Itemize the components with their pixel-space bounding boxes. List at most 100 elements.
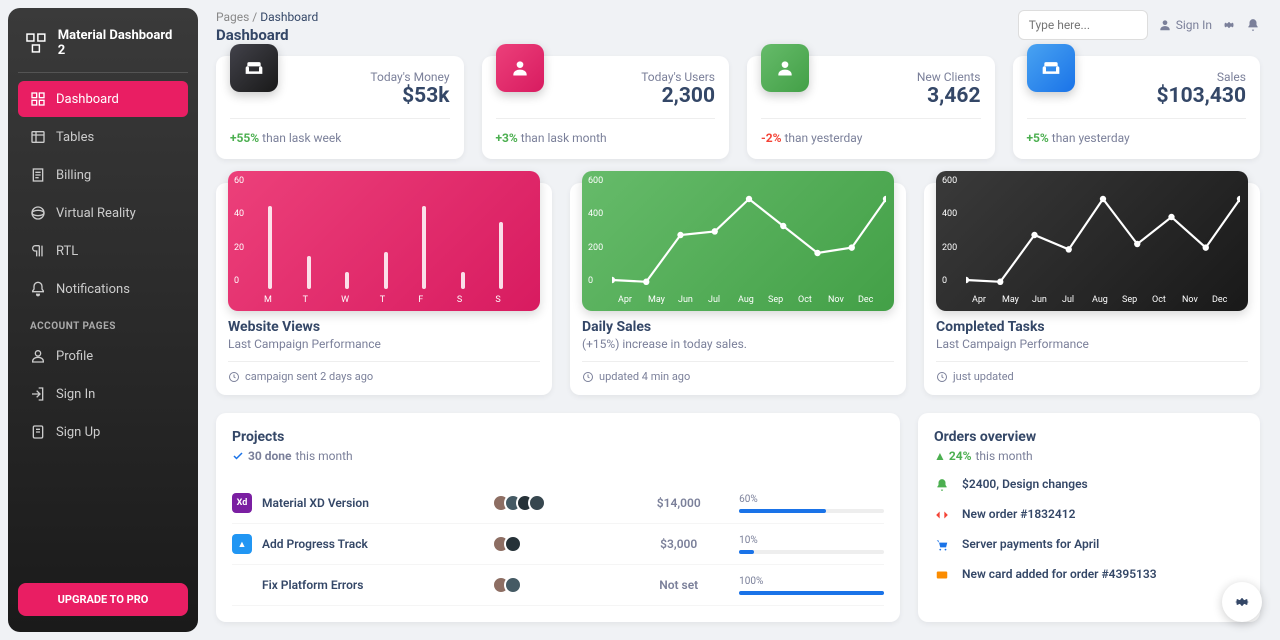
order-item: $2400, Design changes [934,477,1244,493]
nav-section-label: ACCOUNT PAGES [18,309,188,338]
person-icon [761,44,809,92]
nav: DashboardTablesBillingVirtual RealityRTL… [18,81,188,583]
chart-canvas: 0200400600AprMayJunJulAugSepOctNovDec [936,171,1248,311]
project-members [498,576,619,594]
chart-card: 0200400600AprMayJunJulAugSepOctNovDec Da… [570,183,906,395]
chart-canvas: 0200400600AprMayJunJulAugSepOctNovDec [582,171,894,311]
nav-item-rtl[interactable]: RTL [18,233,188,269]
table-icon [30,129,46,145]
code-icon [934,507,950,523]
project-name: ⁂Fix Platform Errors [232,575,498,595]
rtl-icon [30,243,46,259]
chart-meta: campaign sent 2 days ago [228,361,540,383]
receipt-icon [30,167,46,183]
settings-fab[interactable] [1222,582,1262,622]
chart-meta: updated 4 min ago [582,361,894,383]
breadcrumb: Pages / Dashboard [216,10,318,24]
breadcrumb-here: Dashboard [260,10,318,24]
stat-value: 3,462 [821,84,981,108]
brand-label: Material Dashboard 2 [58,28,182,58]
chart-cards: 0204060MTWTFSS Website Views Last Campai… [216,183,1260,395]
chart-subtitle: Last Campaign Performance [936,337,1248,351]
vr-icon [30,205,46,221]
stat-delta: -2% than yesterday [761,119,981,145]
nav-item-sign in[interactable]: Sign In [18,376,188,412]
avatar [504,535,522,553]
orders-title: Orders overview [934,429,1244,445]
check-icon [232,450,244,462]
bell-icon[interactable] [1246,18,1260,32]
weekend-icon [1027,44,1075,92]
project-completion: 10% [739,535,884,554]
bell-icon [30,281,46,297]
nav-item-virtual reality[interactable]: Virtual Reality [18,195,188,231]
dashboard-icon [30,91,46,107]
chart-card: 0204060MTWTFSS Website Views Last Campai… [216,183,552,395]
signup-icon [30,424,46,440]
stat-label: New Clients [821,70,981,84]
stat-value: $103,430 [1087,84,1247,108]
avatar [504,576,522,594]
search-input[interactable] [1018,10,1148,40]
project-members [498,494,619,512]
clock-icon [228,371,240,383]
project-row: ▲Add Progress Track $3,000 10% [232,524,884,565]
brand: Material Dashboard 2 [18,24,188,73]
project-name: XdMaterial XD Version [232,493,498,513]
stat-cards: Today's Money$53k +55% than lask week To… [216,56,1260,159]
clock-icon [936,371,948,383]
cart-icon [934,537,950,553]
stat-delta: +3% than lask month [496,119,716,145]
chart-subtitle: Last Campaign Performance [228,337,540,351]
brand-icon [24,31,48,55]
nav-item-sign up[interactable]: Sign Up [18,414,188,450]
project-budget: $14,000 [618,496,739,510]
stat-label: Today's Money [290,70,450,84]
order-item: New card added for order #4395133 [934,567,1244,583]
chart-title: Completed Tasks [936,319,1248,335]
page-title: Dashboard [216,26,318,44]
project-icon: Xd [232,493,252,513]
order-item: New order #1832412 [934,507,1244,523]
projects-title: Projects [232,429,884,445]
stat-card: New Clients3,462 -2% than yesterday [747,56,995,159]
stat-delta: +5% than yesterday [1027,119,1247,145]
chart-title: Daily Sales [582,319,894,335]
project-row: XdMaterial XD Version $14,000 60% [232,483,884,524]
chart-subtitle: (+15%) increase in today sales. [582,337,894,351]
nav-item-notifications[interactable]: Notifications [18,271,188,307]
chart-canvas: 0204060MTWTFSS [228,171,540,311]
user-icon [30,348,46,364]
topbar: Pages / Dashboard Dashboard Sign In [216,10,1260,44]
signin-link[interactable]: Sign In [1158,18,1212,32]
chart-card: 0200400600AprMayJunJulAugSepOctNovDec Co… [924,183,1260,395]
orders-panel: Orders overview ▲ 24% this month $2400, … [918,413,1260,622]
chart-meta: just updated [936,361,1248,383]
project-icon: ▲ [232,534,252,554]
nav-item-tables[interactable]: Tables [18,119,188,155]
order-text: $2400, Design changes [962,477,1088,493]
chart-title: Website Views [228,319,540,335]
clock-icon [582,371,594,383]
stat-card: Today's Money$53k +55% than lask week [216,56,464,159]
gear-icon [1233,593,1251,611]
nav-item-profile[interactable]: Profile [18,338,188,374]
bell-icon [934,477,950,493]
stat-value: $53k [290,84,450,108]
project-completion: 100% [739,576,884,595]
order-text: New card added for order #4395133 [962,567,1157,583]
project-name: ▲Add Progress Track [232,534,498,554]
nav-item-dashboard[interactable]: Dashboard [18,81,188,117]
project-budget: Not set [618,578,739,592]
gear-icon[interactable] [1222,18,1236,32]
user-icon [1158,18,1172,32]
breadcrumb-root: Pages [216,10,249,24]
nav-item-billing[interactable]: Billing [18,157,188,193]
project-row: ⁂Fix Platform Errors Not set 100% [232,565,884,606]
upgrade-button[interactable]: UPGRADE TO PRO [18,583,188,616]
project-icon: ⁂ [232,575,252,595]
project-completion: 60% [739,494,884,513]
stat-card: Sales$103,430 +5% than yesterday [1013,56,1261,159]
main: Pages / Dashboard Dashboard Sign In Toda… [206,0,1280,640]
project-members [498,535,619,553]
